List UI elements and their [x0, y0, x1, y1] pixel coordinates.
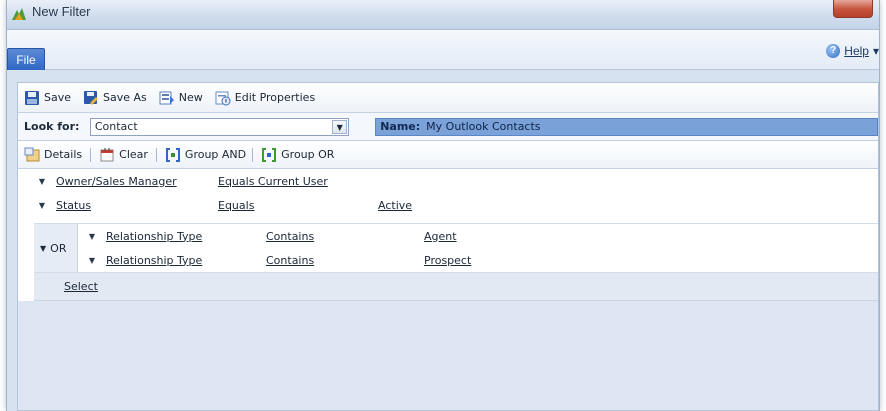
criteria-row: ▼ Owner/Sales Manager Equals Current Use…	[18, 169, 878, 193]
row-menu-icon[interactable]: ▼	[34, 201, 50, 210]
or-group-label: OR	[50, 241, 67, 255]
file-tab[interactable]: File	[7, 48, 45, 70]
row-menu-icon[interactable]: ▼	[84, 256, 100, 265]
filter-panel: Save Save As New Edit Properties Look fo…	[17, 82, 879, 411]
toolbar: Save Save As New Edit Properties	[18, 83, 878, 113]
criteria-field[interactable]: Relationship Type	[106, 254, 202, 267]
help-menu[interactable]: ? Help ▾	[826, 42, 879, 60]
row-menu-icon[interactable]: ▼	[34, 177, 50, 186]
group-menu-icon: ▼	[40, 243, 47, 253]
criteria-row: ▼ Status Equals Active	[18, 193, 878, 217]
group-or-button[interactable]: Group OR	[261, 147, 334, 163]
clear-icon	[100, 147, 114, 161]
select-field-link[interactable]: Select	[64, 280, 98, 293]
help-label: Help	[844, 44, 869, 58]
look-for-value: Contact	[94, 120, 138, 133]
separator	[155, 147, 157, 162]
app-icon	[12, 8, 26, 20]
separator	[90, 147, 92, 162]
ribbon-tab-strip: File ? Help ▾	[7, 30, 879, 70]
window-title: New Filter	[32, 4, 91, 19]
criteria-value[interactable]: Prospect	[424, 254, 471, 267]
criteria-operator[interactable]: Equals	[218, 199, 254, 212]
new-filter-icon	[159, 91, 174, 104]
save-icon	[25, 90, 39, 105]
or-group-body: ▼ Relationship Type Contains Agent ▼ Rel…	[78, 224, 878, 272]
chevron-down-icon: ▼	[332, 119, 348, 134]
command-row: Details Clear Group AND Group OR	[18, 141, 878, 169]
criteria-field[interactable]: Owner/Sales Manager	[56, 175, 177, 188]
name-value: My Outlook Contacts	[426, 120, 541, 133]
criteria-operator[interactable]: Equals Current User	[218, 175, 328, 188]
details-icon	[24, 147, 40, 161]
save-button[interactable]: Save	[24, 90, 71, 106]
details-button[interactable]: Details	[24, 147, 82, 163]
criteria-value[interactable]: Agent	[424, 230, 457, 243]
look-for-select[interactable]: Contact ▼	[89, 117, 350, 136]
criteria-operator[interactable]: Contains	[266, 254, 314, 267]
save-label: Save	[44, 91, 72, 104]
row-menu-icon[interactable]: ▼	[84, 232, 100, 241]
close-button[interactable]	[833, 0, 873, 18]
new-filter-window: New Filter File ? Help ▾ Save Save As Ne…	[6, 0, 880, 411]
criteria-grid: ▼ Owner/Sales Manager Equals Current Use…	[18, 169, 878, 301]
new-button[interactable]: New	[159, 90, 203, 106]
name-label: Name:	[380, 120, 421, 133]
edit-properties-button[interactable]: Edit Properties	[215, 90, 315, 106]
clear-label: Clear	[119, 148, 148, 161]
criteria-operator[interactable]: Contains	[266, 230, 314, 243]
criteria-row: ▼ Relationship Type Contains Agent	[78, 224, 878, 248]
clear-button[interactable]: Clear	[99, 147, 148, 163]
look-for-label: Look for:	[24, 120, 80, 133]
new-label: New	[178, 91, 203, 104]
group-or-icon	[262, 147, 277, 162]
group-and-label: Group AND	[184, 148, 247, 161]
add-criteria-row: Select	[34, 273, 878, 301]
save-as-icon	[84, 90, 99, 105]
criteria-field[interactable]: Relationship Type	[106, 230, 202, 243]
save-as-button[interactable]: Save As	[83, 90, 147, 106]
edit-properties-label: Edit Properties	[234, 91, 316, 104]
help-icon: ?	[826, 44, 841, 58]
group-or-label: Group OR	[281, 148, 335, 161]
or-group-tag[interactable]: ▼ OR	[34, 224, 78, 272]
group-and-icon	[165, 147, 180, 162]
criteria-field[interactable]: Status	[56, 199, 91, 212]
look-for-row: Look for: Contact ▼ Name: My Outlook Con…	[18, 113, 878, 141]
separator	[252, 147, 254, 162]
group-and-button[interactable]: Group AND	[165, 147, 246, 163]
or-group: ▼ OR ▼ Relationship Type Contains Agent …	[34, 223, 878, 273]
filter-name-field[interactable]: Name: My Outlook Contacts	[375, 117, 878, 136]
details-label: Details	[44, 148, 83, 161]
help-dropdown-icon: ▾	[872, 44, 879, 58]
save-as-label: Save As	[103, 91, 147, 104]
title-bar: New Filter	[7, 0, 879, 30]
criteria-value[interactable]: Active	[378, 199, 412, 212]
criteria-row: ▼ Relationship Type Contains Prospect	[78, 248, 878, 272]
edit-properties-icon	[215, 91, 231, 105]
